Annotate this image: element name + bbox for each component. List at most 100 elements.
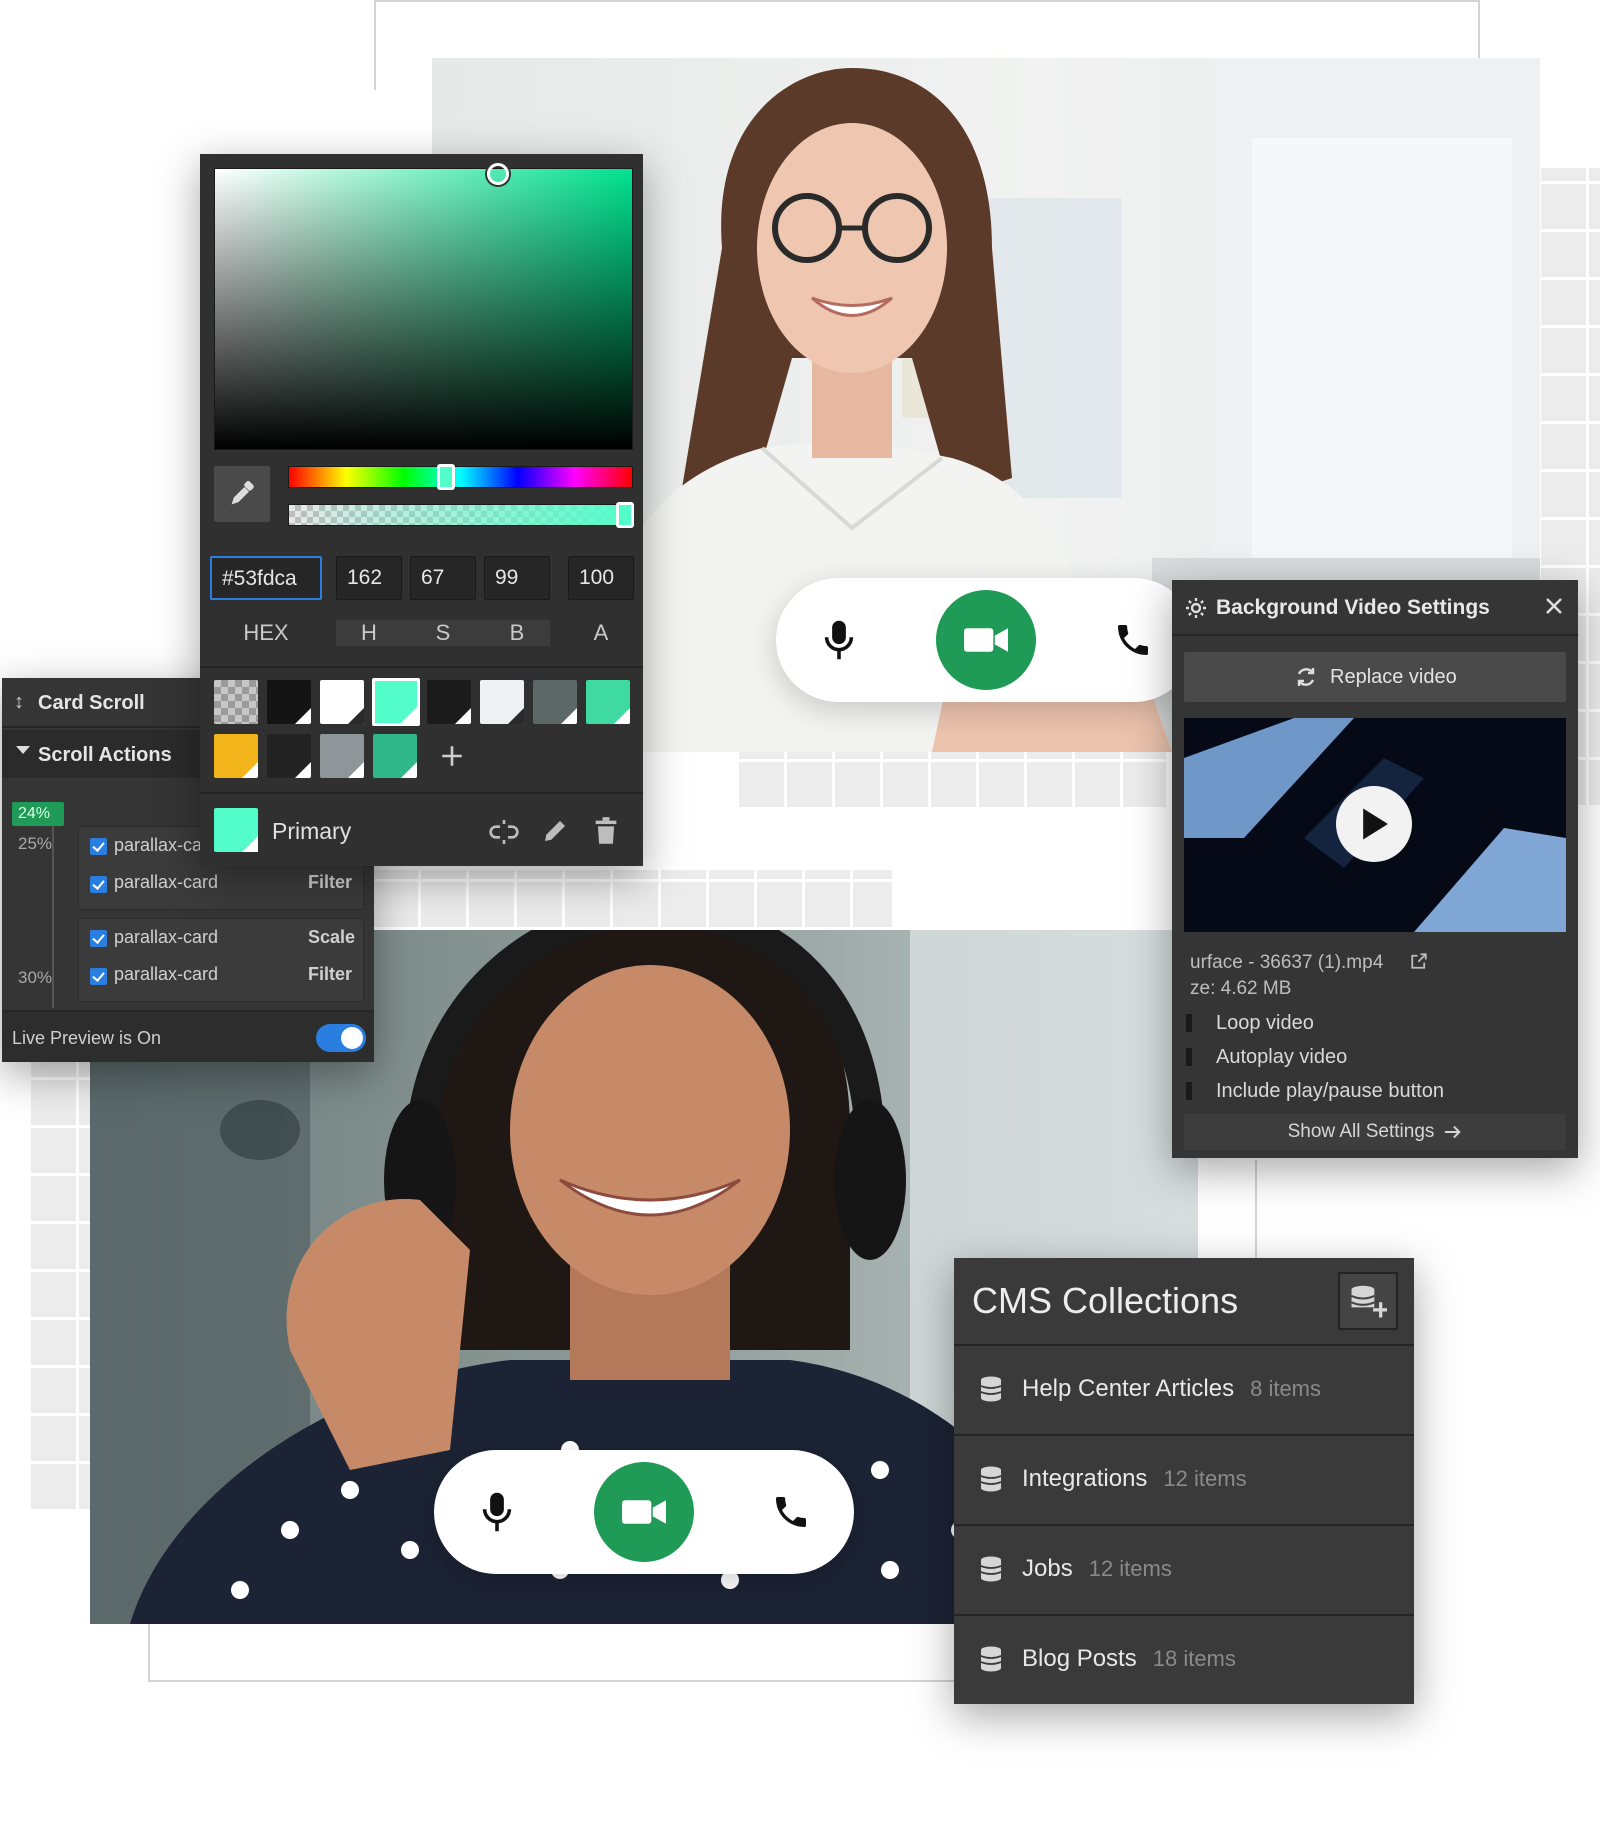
database-icon xyxy=(980,1556,1002,1582)
checkbox[interactable] xyxy=(90,968,107,985)
saturation-input[interactable]: 67 xyxy=(410,556,476,600)
outline-line xyxy=(1255,1160,1257,1260)
checkbox[interactable] xyxy=(90,838,107,855)
h-label: H xyxy=(361,620,377,645)
color-picker-panel: #53fdca 162 67 99 100 HEX H S B A Primar… xyxy=(200,154,643,866)
trash-icon xyxy=(595,817,617,844)
plus-icon xyxy=(442,746,462,766)
refresh-icon xyxy=(1297,668,1315,686)
unlink-button[interactable] xyxy=(488,816,520,848)
collection-item[interactable]: Blog Posts 18 items xyxy=(954,1614,1414,1702)
hex-input[interactable]: #53fdca xyxy=(210,556,322,600)
live-preview-toggle[interactable] xyxy=(316,1024,366,1052)
swatch-divider xyxy=(200,666,643,668)
checkbox[interactable] xyxy=(90,876,107,893)
swatch-black[interactable] xyxy=(267,680,311,724)
collection-count: 8 items xyxy=(1250,1376,1322,1401)
close-button[interactable] xyxy=(1542,594,1570,622)
microphone-icon xyxy=(825,620,854,660)
video-size: ze: 4.62 MB xyxy=(1190,978,1292,999)
action-type: Scale xyxy=(308,927,356,947)
autoplay-checkbox[interactable] xyxy=(1186,1048,1192,1066)
eyedropper-button[interactable] xyxy=(214,466,270,522)
call-controls-bottom xyxy=(434,1450,854,1574)
s-label: S xyxy=(435,620,451,645)
hue-slider[interactable] xyxy=(288,464,633,490)
add-database-icon xyxy=(1351,1285,1387,1318)
action-target: parallax-ca xyxy=(114,835,203,855)
collection-name: Jobs xyxy=(1022,1555,1073,1582)
video-camera-icon xyxy=(963,628,1008,652)
card-scroll-title: Card Scroll xyxy=(38,692,145,714)
phone-icon xyxy=(775,1497,806,1527)
add-collection-button[interactable] xyxy=(1338,1272,1398,1330)
swatch-transparent[interactable] xyxy=(214,680,258,724)
action-target: parallax-card xyxy=(114,927,219,947)
grid-background-center xyxy=(370,870,892,930)
collection-count: 12 items xyxy=(1088,1556,1172,1581)
replace-video-button[interactable]: Replace video xyxy=(1184,652,1566,702)
current-color-preview xyxy=(214,808,258,852)
collection-item[interactable]: Jobs 12 items xyxy=(954,1524,1414,1612)
loop-label: Loop video xyxy=(1216,1012,1314,1034)
database-icon xyxy=(980,1466,1002,1492)
video-filename[interactable]: urface - 36637 (1).mp4 xyxy=(1190,952,1383,974)
swatch-white[interactable] xyxy=(320,680,364,724)
gear-icon xyxy=(1186,598,1206,618)
database-icon xyxy=(980,1646,1002,1672)
video-thumbnail xyxy=(1184,718,1566,932)
brightness-input[interactable]: 99 xyxy=(484,556,550,600)
swatch-charcoal[interactable] xyxy=(267,734,311,778)
playpause-checkbox[interactable] xyxy=(1186,1082,1192,1100)
bv-header: Background Video Settings xyxy=(1172,580,1578,636)
hex-label: HEX xyxy=(243,620,289,645)
action-type: Filter xyxy=(308,964,353,984)
call-controls-top xyxy=(776,578,1196,702)
alpha-input[interactable]: 100 xyxy=(568,556,634,600)
microphone-button[interactable] xyxy=(809,610,869,670)
timeline-line xyxy=(52,818,54,1008)
swatch-primary-selected[interactable] xyxy=(372,678,420,726)
swatch-slate[interactable] xyxy=(533,680,577,724)
caret-down-icon xyxy=(16,746,30,754)
color-cursor[interactable] xyxy=(487,163,509,185)
saturation-brightness-area[interactable] xyxy=(214,163,633,450)
a-label: A xyxy=(593,620,609,645)
pencil-icon xyxy=(545,821,565,841)
phone-button[interactable] xyxy=(1103,610,1163,670)
add-swatch-button[interactable] xyxy=(430,734,474,778)
swatch-dark[interactable] xyxy=(427,680,471,724)
swatch-gray[interactable] xyxy=(320,734,364,778)
loop-checkbox[interactable] xyxy=(1186,1014,1192,1032)
play-button[interactable] xyxy=(1336,786,1412,862)
collection-item[interactable]: Help Center Articles 8 items xyxy=(954,1344,1414,1432)
play-icon xyxy=(1363,808,1388,840)
action-target: parallax-card xyxy=(114,872,219,892)
alpha-handle[interactable] xyxy=(616,502,634,528)
video-button[interactable] xyxy=(935,590,1036,690)
collection-item[interactable]: Integrations 12 items xyxy=(954,1434,1414,1522)
swatch-light-gray[interactable] xyxy=(480,680,524,724)
toggle-knob xyxy=(341,1027,363,1049)
microphone-icon xyxy=(483,1492,512,1532)
edit-swatch-button[interactable] xyxy=(540,816,572,848)
microphone-button[interactable] xyxy=(467,1482,527,1542)
swatch-yellow[interactable] xyxy=(214,734,258,778)
video-button[interactable] xyxy=(593,1462,694,1562)
hue-input[interactable]: 162 xyxy=(336,556,402,600)
alpha-slider[interactable] xyxy=(288,502,634,528)
unlink-icon xyxy=(489,820,519,844)
marker-30: 30% xyxy=(18,968,53,987)
cms-title: CMS Collections xyxy=(972,1280,1239,1321)
external-link-icon[interactable] xyxy=(1410,952,1428,970)
hue-handle[interactable] xyxy=(437,464,455,490)
show-all-settings-button[interactable]: Show All Settings xyxy=(1184,1114,1566,1150)
collection-name: Help Center Articles xyxy=(1022,1375,1235,1402)
swatch-green[interactable] xyxy=(373,734,417,778)
cms-header: CMS Collections xyxy=(954,1258,1414,1344)
collection-name: Integrations xyxy=(1022,1465,1148,1492)
swatch-mint[interactable] xyxy=(586,680,630,724)
phone-button[interactable] xyxy=(761,1482,821,1542)
delete-swatch-button[interactable] xyxy=(592,816,624,848)
checkbox[interactable] xyxy=(90,930,107,947)
